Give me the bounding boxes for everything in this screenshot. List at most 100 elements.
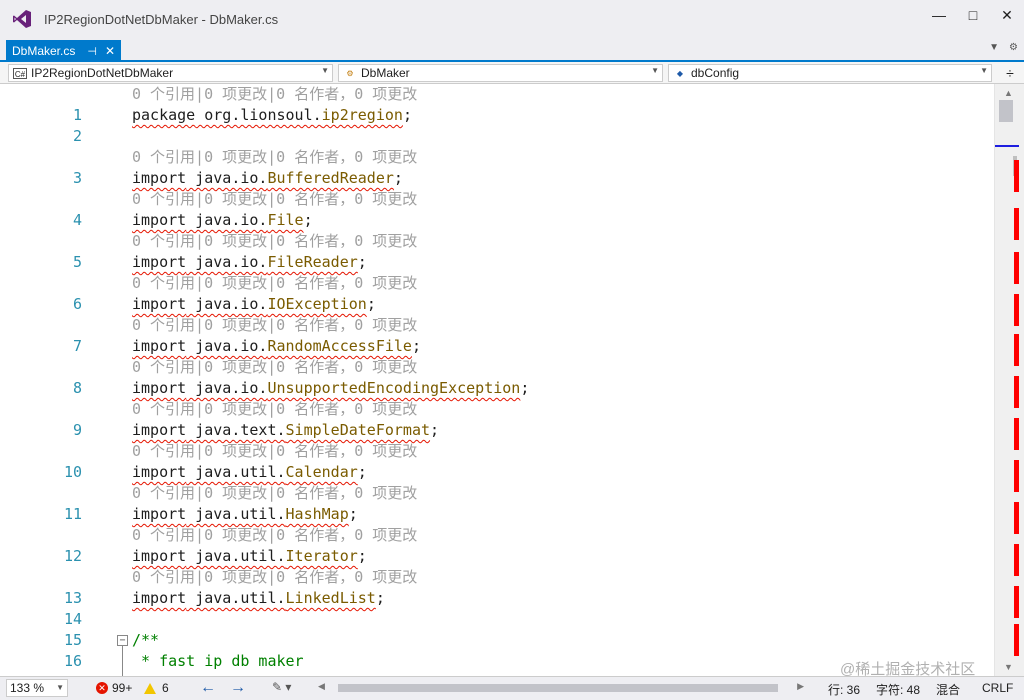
error-marker [1014,586,1019,618]
error-marker [1014,460,1019,492]
caret-position-marker [995,145,1019,147]
maximize-button[interactable]: □ [956,0,990,30]
line-number: 3 [72,169,82,187]
scroll-right-icon[interactable]: ▶ [797,681,804,692]
code-text: import java.util.Calendar; [132,462,367,483]
editor-status-bar: 133 % ▼ ✕ 99+ 6 ← → ✎ ▾ ◀ ▶ 行: 36 字符: 48… [0,676,1024,700]
package-token: org.lionsoul. [195,106,322,124]
codelens-info[interactable]: 0 个引用|0 项更改|0 名作者，0 项更改 [132,315,417,336]
package-token: java.io. [186,169,268,187]
error-marker [1014,544,1019,576]
vertical-scrollbar[interactable]: ▲ ▼ [994,84,1024,676]
tab-tools: ▼ ⚙ [989,42,1018,53]
code-line[interactable]: 5 import java.io.FileReader; [0,252,994,273]
navigate-back-icon[interactable]: ← [200,679,216,697]
horizontal-scroll-thumb[interactable] [338,684,778,692]
type-dropdown[interactable]: ⚙ DbMaker ▼ [338,64,663,82]
navigation-bar: C# IP2RegionDotNetDbMaker ▼ ⚙ DbMaker ▼ … [0,62,1024,84]
keyword-token: import [132,169,187,187]
codelens-info[interactable]: 0 个引用|0 项更改|0 名作者，0 项更改 [132,567,417,588]
scroll-up-icon[interactable]: ▲ [1004,88,1013,98]
tab-dropdown-icon[interactable]: ▼ [989,42,999,53]
codelens-info[interactable]: 0 个引用|0 项更改|0 名作者，0 项更改 [132,84,417,105]
project-dropdown[interactable]: C# IP2RegionDotNetDbMaker ▼ [8,64,333,82]
code-line[interactable]: 3 import java.io.BufferedReader; [0,168,994,189]
collapse-icon[interactable]: − [117,635,128,646]
code-line[interactable]: 9 import java.text.SimpleDateFormat; [0,420,994,441]
tab-dbmaker-cs[interactable]: DbMaker.cs ⊣ ✕ [6,40,122,62]
code-line[interactable]: 15 /** − [0,630,994,651]
code-line[interactable]: 13 import java.util.LinkedList; [0,588,994,609]
package-token: java.io. [186,337,268,355]
line-number: 16 [63,652,82,670]
code-text: import java.io.IOException; [132,294,376,315]
code-line[interactable]: 11 import java.util.HashMap; [0,504,994,525]
semicolon-token: ; [393,169,403,187]
code-text: import java.io.FileReader; [132,252,367,273]
keyword-token: import [132,337,187,355]
indent-mode[interactable]: 混合 [936,681,960,698]
codelens-info[interactable]: 0 个引用|0 项更改|0 名作者，0 项更改 [132,483,417,504]
error-marker [1014,160,1019,192]
code-editor[interactable]: 0 个引用|0 项更改|0 名作者，0 项更改 1 package org.lion… [0,84,994,676]
error-indicator[interactable]: ✕ 99+ [96,681,132,695]
codelens-info[interactable]: 0 个引用|0 项更改|0 名作者，0 项更改 [132,441,417,462]
zoom-dropdown[interactable]: 133 % ▼ [6,679,68,697]
code-line[interactable]: 2 [0,126,994,147]
code-line[interactable]: 6 import java.io.IOException; [0,294,994,315]
codelens-info[interactable]: 0 个引用|0 项更改|0 名作者，0 项更改 [132,357,417,378]
close-tab-icon[interactable]: ✕ [105,44,115,58]
keyword-token: package [132,106,196,124]
document-tab-strip: DbMaker.cs ⊣ ✕ ▼ ⚙ [0,38,1024,62]
gear-icon[interactable]: ⚙ [1009,42,1018,53]
minimize-button[interactable]: — [922,0,956,30]
line-indicator[interactable]: 行: 36 [828,681,860,698]
warning-indicator[interactable]: 6 [144,681,169,695]
codelens-info[interactable]: 0 个引用|0 项更改|0 名作者，0 项更改 [132,147,417,168]
split-window-icon[interactable]: ÷ [1000,64,1020,82]
keyword-token: import [132,295,187,313]
codelens-info[interactable]: 0 个引用|0 项更改|0 名作者，0 项更改 [132,525,417,546]
horizontal-scrollbar[interactable]: ◀ ▶ [318,681,804,695]
package-token: java.io. [186,379,268,397]
codelens-info[interactable]: 0 个引用|0 项更改|0 名作者，0 项更改 [132,231,417,252]
package-token: java.util. [186,589,286,607]
codelens-info[interactable]: 0 个引用|0 项更改|0 名作者，0 项更改 [132,273,417,294]
codelens-info[interactable]: 0 个引用|0 项更改|0 名作者，0 项更改 [132,399,417,420]
error-marker [1014,294,1019,326]
code-text: import java.io.RandomAccessFile; [132,336,421,357]
code-line[interactable]: 12 import java.util.Iterator; [0,546,994,567]
scroll-left-icon[interactable]: ◀ [318,681,325,692]
error-marker [1014,208,1019,240]
type-token: HashMap [285,505,349,523]
code-line[interactable]: 1 package org.lionsoul.ip2region; [0,105,994,126]
chevron-down-icon: ▼ [321,66,329,75]
code-line[interactable]: 4 import java.io.File; [0,210,994,231]
line-ending[interactable]: CRLF [982,681,1013,695]
scroll-down-icon[interactable]: ▼ [1004,662,1013,672]
keyword-token: import [132,589,187,607]
code-line[interactable]: 14 [0,609,994,630]
semicolon-token: ; [303,211,313,229]
char-indicator[interactable]: 字符: 48 [876,681,920,698]
package-token: java.util. [186,547,286,565]
chevron-down-icon: ▼ [56,683,64,692]
member-dropdown[interactable]: ◆ dbConfig ▼ [668,64,992,82]
navigate-forward-icon[interactable]: → [230,679,246,697]
line-number: 8 [72,379,82,397]
line-number: 12 [63,547,82,565]
code-line[interactable]: 7 import java.io.RandomAccessFile; [0,336,994,357]
package-token: java.io. [186,211,268,229]
keyword-token: import [132,547,187,565]
codelens-info[interactable]: 0 个引用|0 项更改|0 名作者，0 项更改 [132,189,417,210]
pin-icon[interactable]: ⊣ [87,45,97,58]
line-number: 2 [72,127,82,145]
close-window-button[interactable]: ✕ [990,0,1024,30]
code-text: import java.util.HashMap; [132,504,358,525]
code-line[interactable]: 8 import java.io.UnsupportedEncodingExcep… [0,378,994,399]
type-token: Calendar [285,463,358,481]
code-line[interactable]: 10 import java.util.Calendar; [0,462,994,483]
error-count: 99+ [112,681,133,695]
code-cleanup-icon[interactable]: ✎ ▾ [272,680,291,694]
scroll-thumb[interactable] [999,100,1013,122]
